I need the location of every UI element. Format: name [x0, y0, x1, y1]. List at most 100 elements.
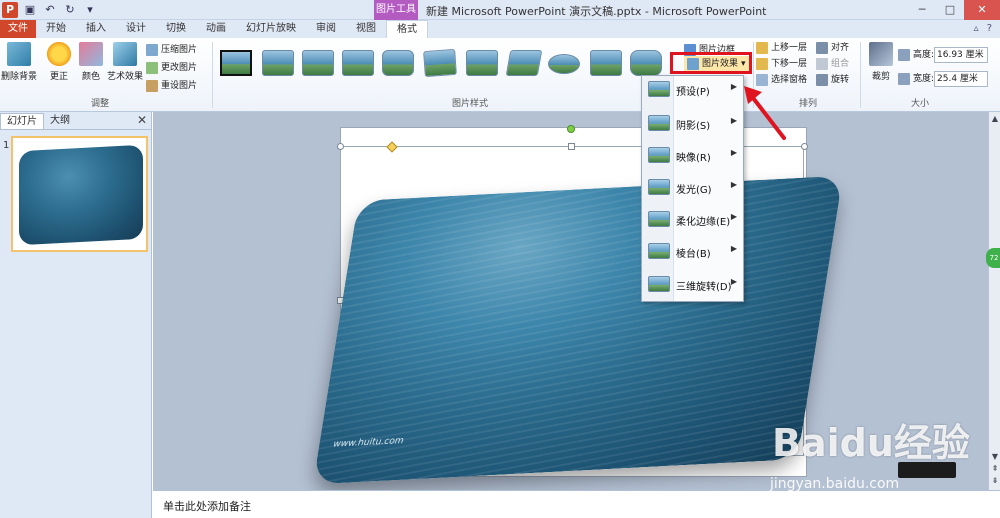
style-thumb-2[interactable] — [262, 50, 294, 76]
group-separator — [860, 42, 861, 108]
notes-pane[interactable]: 单击此处添加备注 — [153, 490, 1000, 518]
tab-format[interactable]: 格式 — [386, 20, 428, 38]
redo-icon[interactable]: ↻ — [62, 2, 78, 18]
send-backward-button[interactable]: 下移一层 — [756, 56, 807, 72]
help-icon[interactable]: ? — [987, 23, 992, 34]
water-picture[interactable]: www.huitu.com — [312, 175, 844, 485]
tab-slides[interactable]: 幻灯片 — [0, 113, 44, 129]
height-input[interactable]: 16.93 厘米 — [934, 47, 988, 63]
style-thumb-11[interactable] — [630, 50, 662, 76]
group-objects-button[interactable]: 组合 — [816, 56, 849, 72]
chevron-right-icon: ▶ — [730, 148, 737, 157]
scroll-up-icon[interactable]: ▲ — [990, 114, 1000, 123]
size-group-label: 大小 — [910, 99, 929, 109]
resize-handle[interactable] — [568, 143, 575, 150]
color-icon — [79, 42, 103, 66]
style-thumb-5[interactable] — [382, 50, 414, 76]
tab-file[interactable]: 文件 — [0, 20, 36, 38]
artistic-effects-button[interactable]: 艺术效果 — [106, 42, 144, 82]
rotation-handle[interactable] — [567, 125, 575, 133]
crop-label: 裁剪 — [871, 72, 890, 82]
tab-review[interactable]: 审阅 — [306, 20, 346, 38]
tab-animations[interactable]: 动画 — [196, 20, 236, 38]
menu-item-reflection[interactable]: 映像(R) ▶ — [642, 144, 743, 168]
send-backward-icon — [756, 58, 768, 70]
rotate-button[interactable]: 旋转 — [816, 72, 849, 88]
artistic-effects-icon — [113, 42, 137, 66]
slides-pane-tabs: 幻灯片 大纲 ✕ — [0, 112, 151, 130]
minimize-ribbon-icon[interactable]: ▵ — [974, 23, 979, 34]
save-icon[interactable]: ▣ — [22, 2, 38, 18]
group-icon — [816, 58, 828, 70]
resize-handle[interactable] — [337, 143, 344, 150]
compress-icon — [146, 44, 158, 56]
chevron-right-icon: ▶ — [730, 212, 737, 221]
adjust-group-label: 调整 — [90, 99, 109, 109]
undo-icon[interactable]: ↶ — [42, 2, 58, 18]
menu-item-glow[interactable]: 发光(G) ▶ — [642, 176, 743, 200]
ribbon-tabs: 文件 开始 插入 设计 切换 动画 幻灯片放映 审阅 视图 格式 ▵ ? — [0, 20, 1000, 38]
maximize-button[interactable]: □ — [936, 0, 964, 20]
menu-item-label: 阴影(S) — [676, 121, 711, 132]
change-picture-button[interactable]: 更改图片 — [146, 60, 197, 76]
width-input[interactable]: 25.4 厘米 — [934, 71, 988, 87]
tab-transitions[interactable]: 切换 — [156, 20, 196, 38]
menu-item-3d-rotation[interactable]: 三维旋转(D) ▶ — [642, 273, 743, 297]
style-thumb-1[interactable] — [220, 50, 252, 76]
corrections-label: 更正 — [49, 72, 68, 82]
red-arrow-annotation — [744, 86, 786, 140]
tab-view[interactable]: 视图 — [346, 20, 386, 38]
style-thumb-9[interactable] — [548, 54, 580, 74]
style-thumb-4[interactable] — [342, 50, 374, 76]
scroll-down-icon[interactable]: ▼ — [990, 452, 1000, 461]
menu-item-bevel[interactable]: 棱台(B) ▶ — [642, 240, 743, 264]
picture-styles-group-label: 图片样式 — [451, 99, 488, 109]
close-button[interactable]: ✕ — [964, 0, 1000, 20]
slide-thumbnail[interactable] — [11, 136, 148, 252]
reset-picture-button[interactable]: 重设图片 — [146, 78, 197, 94]
color-label: 颜色 — [81, 72, 100, 82]
height-label-text: 高度: — [913, 50, 935, 60]
bring-forward-button[interactable]: 上移一层 — [756, 40, 807, 56]
send-backward-label: 下移一层 — [771, 59, 808, 69]
picture-effects-menu: 预设(P) ▶ 阴影(S) ▶ 映像(R) ▶ 发光(G) ▶ 柔化边缘(E) … — [641, 75, 744, 302]
menu-item-soft-edges[interactable]: 柔化边缘(E) ▶ — [642, 208, 743, 232]
width-label-text: 宽度: — [913, 74, 935, 84]
tab-home[interactable]: 开始 — [36, 20, 76, 38]
prev-slide-icon[interactable]: ⇞ — [990, 464, 1000, 473]
chevron-right-icon: ▶ — [730, 244, 737, 253]
menu-item-label: 柔化边缘(E) — [676, 217, 731, 228]
rotate-icon — [816, 74, 828, 86]
height-icon — [898, 49, 910, 61]
align-button[interactable]: 对齐 — [816, 40, 849, 56]
reset-picture-icon — [146, 80, 158, 92]
menu-item-shadow[interactable]: 阴影(S) ▶ — [642, 112, 743, 136]
powerpoint-app-icon[interactable]: P — [2, 2, 18, 18]
customize-qat-icon[interactable]: ▾ — [82, 2, 98, 18]
preset-icon — [648, 81, 670, 97]
color-button[interactable]: 颜色 — [72, 42, 110, 82]
style-thumb-3[interactable] — [302, 50, 334, 76]
tab-insert[interactable]: 插入 — [76, 20, 116, 38]
minimize-button[interactable]: ─ — [908, 0, 936, 20]
remove-background-button[interactable]: 删除背景 — [0, 42, 38, 82]
picture-tools-context-label: 图片工具 — [374, 0, 418, 20]
crop-button[interactable]: 裁剪 — [862, 42, 900, 82]
tab-slideshow[interactable]: 幻灯片放映 — [236, 20, 306, 38]
next-slide-icon[interactable]: ⇟ — [990, 476, 1000, 485]
vertical-scrollbar[interactable]: ▲ ▼ ⇞ ⇟ — [988, 112, 1000, 490]
slide-number: 1 — [3, 140, 10, 151]
style-thumb-6[interactable] — [423, 48, 457, 78]
notes-placeholder: 单击此处添加备注 — [163, 500, 251, 513]
compress-pictures-button[interactable]: 压缩图片 — [146, 42, 197, 58]
menu-item-preset[interactable]: 预设(P) ▶ — [642, 78, 743, 102]
style-thumb-10[interactable] — [590, 50, 622, 76]
tab-design[interactable]: 设计 — [116, 20, 156, 38]
close-icon[interactable]: ✕ — [137, 113, 147, 127]
menu-item-label: 映像(R) — [676, 153, 711, 164]
side-badge[interactable]: 72 — [986, 248, 1000, 268]
style-thumb-7[interactable] — [466, 50, 498, 76]
style-thumb-8[interactable] — [505, 50, 543, 76]
tab-outline[interactable]: 大纲 — [44, 113, 76, 129]
resize-handle[interactable] — [801, 143, 808, 150]
